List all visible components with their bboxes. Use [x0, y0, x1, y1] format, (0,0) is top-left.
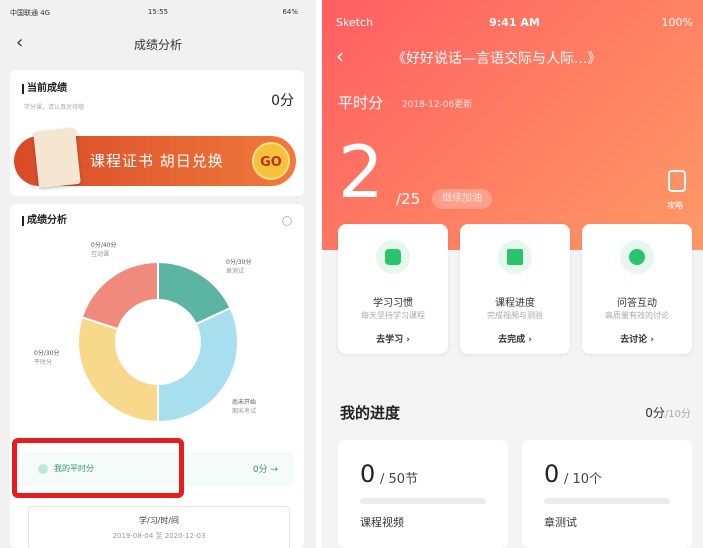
document-icon: [498, 240, 532, 274]
highlight-box: [12, 438, 184, 498]
progress-bar: [360, 498, 486, 504]
hero-header: Sketch 9:41 AM 100% ‹ 《好好说话—言语交际与人际...》 …: [322, 0, 703, 250]
progress-label: 章测试: [544, 516, 577, 529]
progress-bar: [544, 498, 670, 504]
progress-value: 0: [360, 460, 376, 488]
regular-score-value: 2: [338, 130, 384, 214]
my-progress-score: 0分/10分: [645, 404, 691, 421]
right-screenshot: Sketch 9:41 AM 100% ‹ 《好好说话—言语交际与人际...》 …: [322, 0, 703, 548]
feature-card-progress[interactable]: 课程进度 完成视频与测验 去完成 ›: [460, 224, 570, 354]
status-bar: Sketch 9:41 AM 100%: [336, 16, 693, 30]
progress-value: 0: [544, 460, 560, 488]
annotation-final-exam: 尚未开始 期末考试: [232, 399, 257, 415]
feature-title: 学习习惯: [373, 298, 413, 309]
feature-action[interactable]: 去讨论 ›: [582, 332, 692, 345]
progress-label: 课程视频: [360, 516, 404, 529]
feature-desc: 高质量有效的讨论: [605, 311, 669, 320]
regular-score-label: 平时分: [338, 94, 384, 112]
study-period-title: 学/习/时/间: [138, 516, 180, 525]
update-date: 2018-12-06更新: [402, 100, 473, 110]
feature-card-qa[interactable]: 问答互动 高质量有效的讨论 去讨论 ›: [582, 224, 692, 354]
annotation-regular: 0分/30分 平时分: [34, 350, 60, 366]
strategy-label[interactable]: 攻略: [667, 200, 683, 211]
donut-slice: [157, 306, 239, 424]
my-regular-score-value: 0分 →: [252, 465, 278, 475]
back-icon[interactable]: ‹: [336, 44, 344, 68]
chat-question-icon: [620, 240, 654, 274]
feature-action[interactable]: 去完成 ›: [460, 332, 570, 345]
annotation-interactive: 0分/40分 互动课: [91, 242, 117, 258]
feature-title: 课程进度: [495, 298, 535, 309]
study-period-range: 2019-08-04 至 2020-12-03: [112, 532, 206, 540]
left-screenshot: 中国联通 4G 15:55 64% ‹ 成绩分析 当前成绩 学分课，请认真对待哦…: [0, 0, 316, 548]
feature-action[interactable]: 去学习 ›: [338, 332, 448, 345]
course-title: 《好好说话—言语交际与人际...》: [392, 51, 602, 67]
feature-desc: 每天坚持学习课程: [361, 311, 425, 320]
feature-desc: 完成视频与测验: [487, 311, 543, 320]
feature-title: 问答互动: [617, 298, 657, 309]
progress-score-max: /10分: [664, 409, 691, 420]
donut-slice: [77, 316, 159, 424]
strategy-icon[interactable]: [668, 170, 686, 192]
progress-card-test[interactable]: 0 / 10个 章测试: [522, 440, 692, 548]
play-icon: [376, 240, 410, 274]
progress-score-value: 0分: [645, 406, 665, 420]
encourage-badge: 继续加油: [432, 189, 492, 209]
time-label: 9:41 AM: [489, 16, 540, 29]
regular-score-total: /25: [396, 190, 421, 208]
progress-unit: / 10个: [564, 472, 603, 487]
progress-card-video[interactable]: 0 / 50节 课程视频: [338, 440, 508, 548]
progress-unit: / 50节: [380, 472, 419, 487]
battery-label: 100%: [661, 16, 693, 29]
my-progress-title: 我的进度: [340, 404, 401, 422]
donut-slice: [80, 260, 159, 331]
annotation-chapter-test: 0分/30分 章测试: [226, 259, 252, 275]
study-period-card: 学/习/时/间 2019-08-04 至 2020-12-03: [28, 506, 290, 548]
feature-card-habit[interactable]: 学习习惯 每天坚持学习课程 去学习 ›: [338, 224, 448, 354]
